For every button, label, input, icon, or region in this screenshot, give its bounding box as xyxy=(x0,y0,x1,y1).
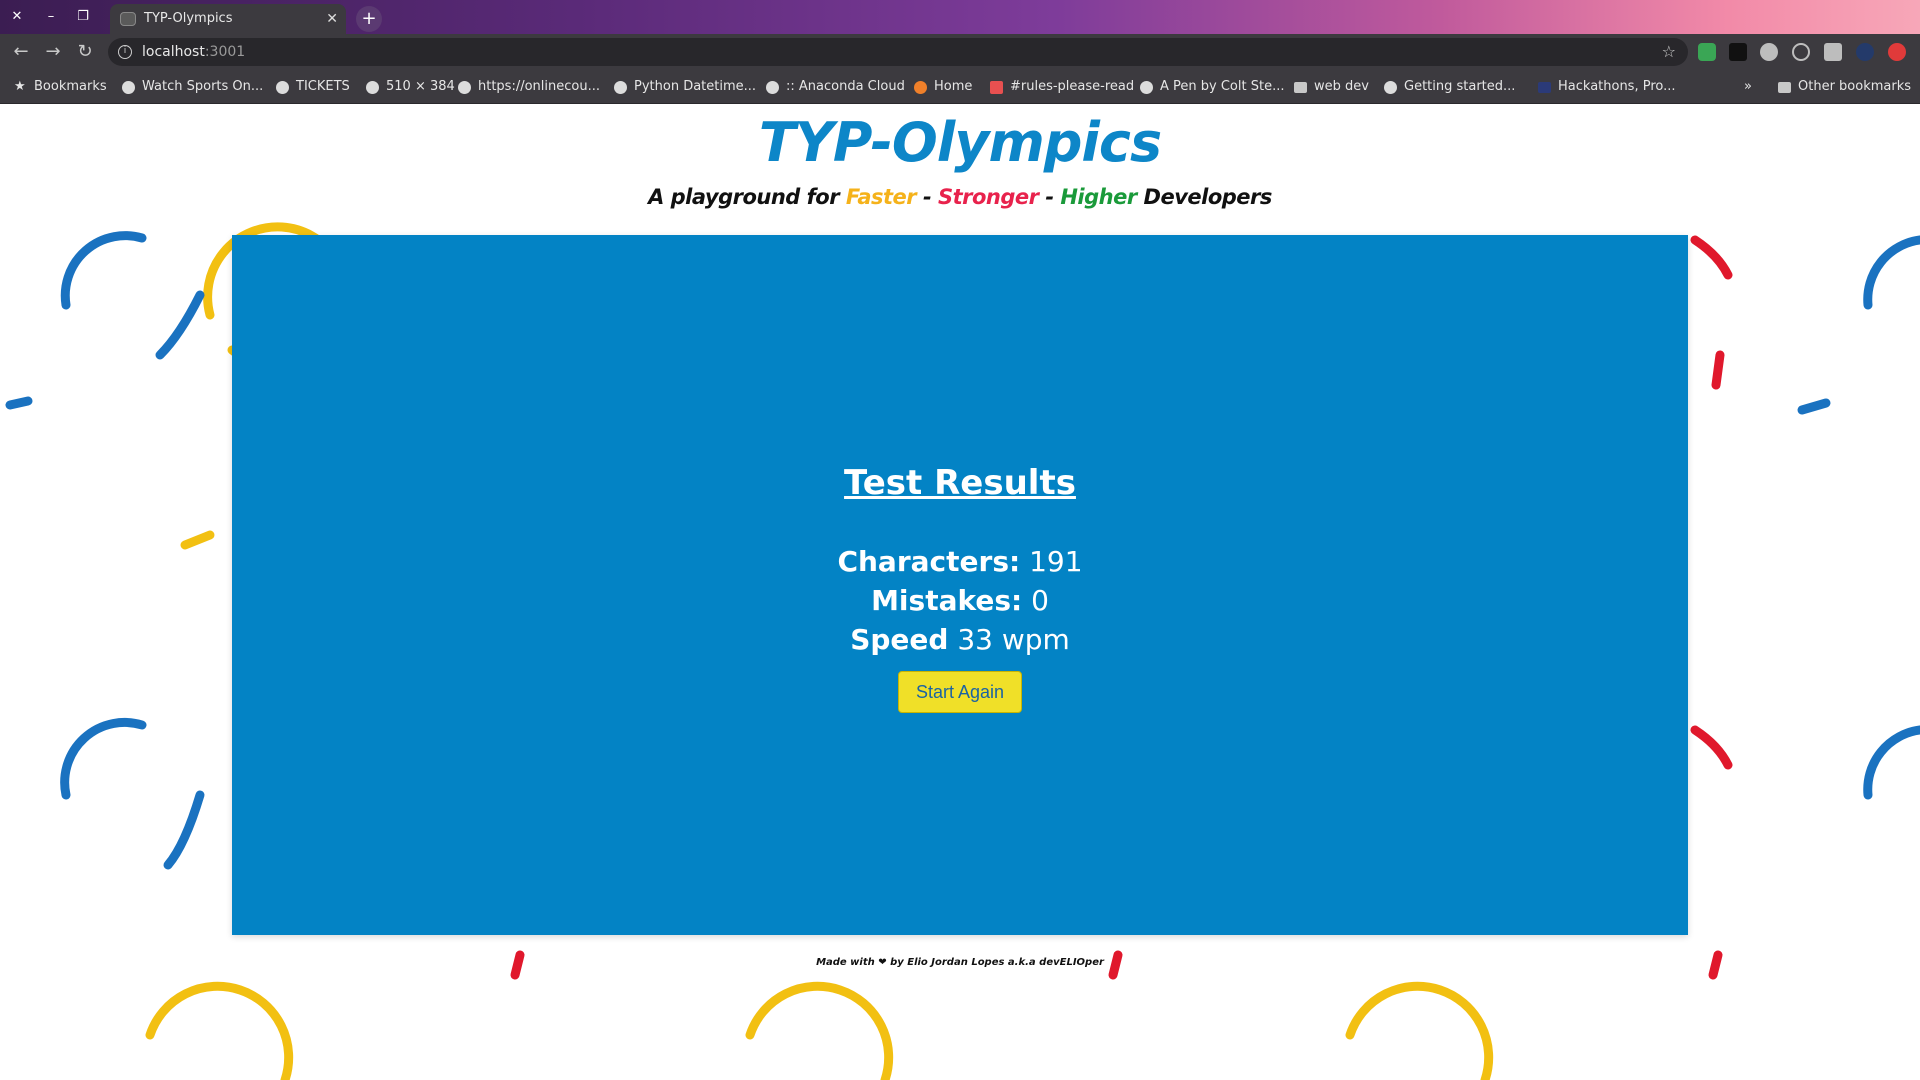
bookmark-item[interactable]: Hackathons, Pro... xyxy=(1538,70,1676,104)
folder-icon xyxy=(1294,82,1307,93)
minimize-window-icon[interactable]: – xyxy=(40,6,62,28)
bookmark-item[interactable]: A Pen by Colt Ste... xyxy=(1140,70,1284,104)
globe-icon xyxy=(1384,81,1397,94)
browser-toolbar: ← → ↻ i localhost:3001 ☆ xyxy=(0,34,1920,70)
url-port: :3001 xyxy=(204,44,246,60)
characters-stat: Characters: 191 xyxy=(232,545,1688,578)
blue-ring-decoration xyxy=(60,231,147,310)
bookmark-item[interactable]: :: Anaconda Cloud xyxy=(766,70,905,104)
back-arrow-icon[interactable]: ← xyxy=(10,41,32,63)
profile-avatar-icon[interactable] xyxy=(1856,43,1874,61)
red-ring-decoration xyxy=(1690,235,1733,280)
star-icon: ★ xyxy=(14,79,26,94)
bookmark-item[interactable]: Home xyxy=(914,70,972,104)
terminal-extension-icon[interactable] xyxy=(1729,43,1747,61)
tab-favicon-icon xyxy=(120,12,136,26)
shield-extension-icon[interactable] xyxy=(1698,43,1716,61)
calendar-icon xyxy=(990,81,1003,94)
bookmark-item[interactable]: 510 × 384 xyxy=(366,70,455,104)
update-icon[interactable] xyxy=(1888,43,1906,61)
bookmark-item[interactable]: Python Datetime... xyxy=(614,70,756,104)
bookmark-item[interactable]: TICKETS xyxy=(276,70,350,104)
mistakes-stat: Mistakes: 0 xyxy=(232,584,1688,617)
yellow-ring-decoration xyxy=(145,981,294,1080)
globe-icon xyxy=(366,81,379,94)
red-ring-decoration xyxy=(1690,725,1733,770)
speed-stat: Speed 33 wpm xyxy=(232,623,1688,656)
globe-icon xyxy=(614,81,627,94)
bookmark-item[interactable]: Watch Sports On... xyxy=(122,70,263,104)
address-bar[interactable]: i localhost:3001 ☆ xyxy=(108,38,1688,66)
bookmark-item[interactable]: web dev xyxy=(1294,70,1369,104)
jupyter-icon xyxy=(914,81,927,94)
start-again-button[interactable]: Start Again xyxy=(898,671,1022,713)
blue-ring-decoration xyxy=(60,717,147,800)
bookmark-item[interactable]: https://onlinecou... xyxy=(458,70,600,104)
blue-ring-decoration xyxy=(163,790,205,870)
globe-icon xyxy=(766,81,779,94)
url-host: localhost xyxy=(142,44,205,60)
new-tab-button[interactable]: + xyxy=(356,6,382,32)
browser-titlebar: ✕ – ❐ TYP-Olympics ✕ + xyxy=(0,0,1920,34)
bookmarks-bar: ★ Bookmarks Watch Sports On... TICKETS 51… xyxy=(0,70,1920,104)
footer-credit: Made with ❤ by Elio Jordan Lopes a.k.a d… xyxy=(816,957,1104,968)
red-ring-decoration xyxy=(1711,350,1725,390)
maximize-window-icon[interactable]: ❐ xyxy=(72,6,94,28)
bookmark-star-icon[interactable]: ☆ xyxy=(1662,38,1676,66)
mistakes-value: 0 xyxy=(1031,584,1049,617)
blue-ring-decoration xyxy=(5,396,33,410)
blue-ring-decoration xyxy=(155,290,205,360)
blue-ring-decoration xyxy=(1863,235,1920,310)
speed-value: 33 wpm xyxy=(957,623,1070,656)
bookmark-item[interactable]: ★ Bookmarks xyxy=(14,70,107,104)
globe-icon xyxy=(122,81,135,94)
record-extension-icon[interactable] xyxy=(1760,43,1778,61)
blue-ring-decoration xyxy=(1797,398,1831,415)
tab-title: TYP-Olympics xyxy=(144,11,233,26)
browser-tab[interactable]: TYP-Olympics ✕ xyxy=(110,4,346,34)
other-bookmarks[interactable]: Other bookmarks xyxy=(1778,70,1911,104)
site-info-icon[interactable]: i xyxy=(118,45,132,59)
bookmark-item[interactable]: Getting started... xyxy=(1384,70,1515,104)
tagline: A playground for Faster - Stronger - Hig… xyxy=(648,185,1272,209)
puzzle-extensions-icon[interactable] xyxy=(1824,43,1842,61)
yellow-ring-decoration xyxy=(1345,981,1494,1080)
blue-ring-decoration xyxy=(1863,725,1920,800)
bookmarks-overflow-icon[interactable]: » xyxy=(1744,70,1752,104)
tab-close-icon[interactable]: ✕ xyxy=(326,4,338,34)
tagline-stronger: Stronger xyxy=(937,185,1039,209)
results-title: Test Results xyxy=(844,463,1076,503)
globe-icon xyxy=(458,81,471,94)
forward-arrow-icon[interactable]: → xyxy=(42,41,64,63)
page-viewport: TYP-Olympics A playground for Faster - S… xyxy=(0,105,1920,1080)
target-extension-icon[interactable] xyxy=(1792,43,1810,61)
characters-label: Characters: xyxy=(837,545,1021,578)
bookmark-item[interactable]: #rules-please-read xyxy=(990,70,1134,104)
close-window-icon[interactable]: ✕ xyxy=(6,6,28,28)
results-card: Test Results Characters: 191 Mistakes: 0… xyxy=(232,235,1688,935)
site-icon xyxy=(1538,82,1551,93)
yellow-ring-decoration xyxy=(180,530,215,550)
characters-value: 191 xyxy=(1029,545,1083,578)
folder-icon xyxy=(1778,82,1791,93)
mistakes-label: Mistakes: xyxy=(871,584,1023,617)
site-title: TYP-Olympics xyxy=(758,111,1162,174)
yellow-ring-decoration xyxy=(745,981,894,1080)
globe-icon xyxy=(276,81,289,94)
tagline-higher: Higher xyxy=(1060,185,1137,209)
reload-icon[interactable]: ↻ xyxy=(74,41,96,63)
globe-icon xyxy=(1140,81,1153,94)
tagline-faster: Faster xyxy=(845,185,917,209)
speed-label: Speed xyxy=(850,623,949,656)
